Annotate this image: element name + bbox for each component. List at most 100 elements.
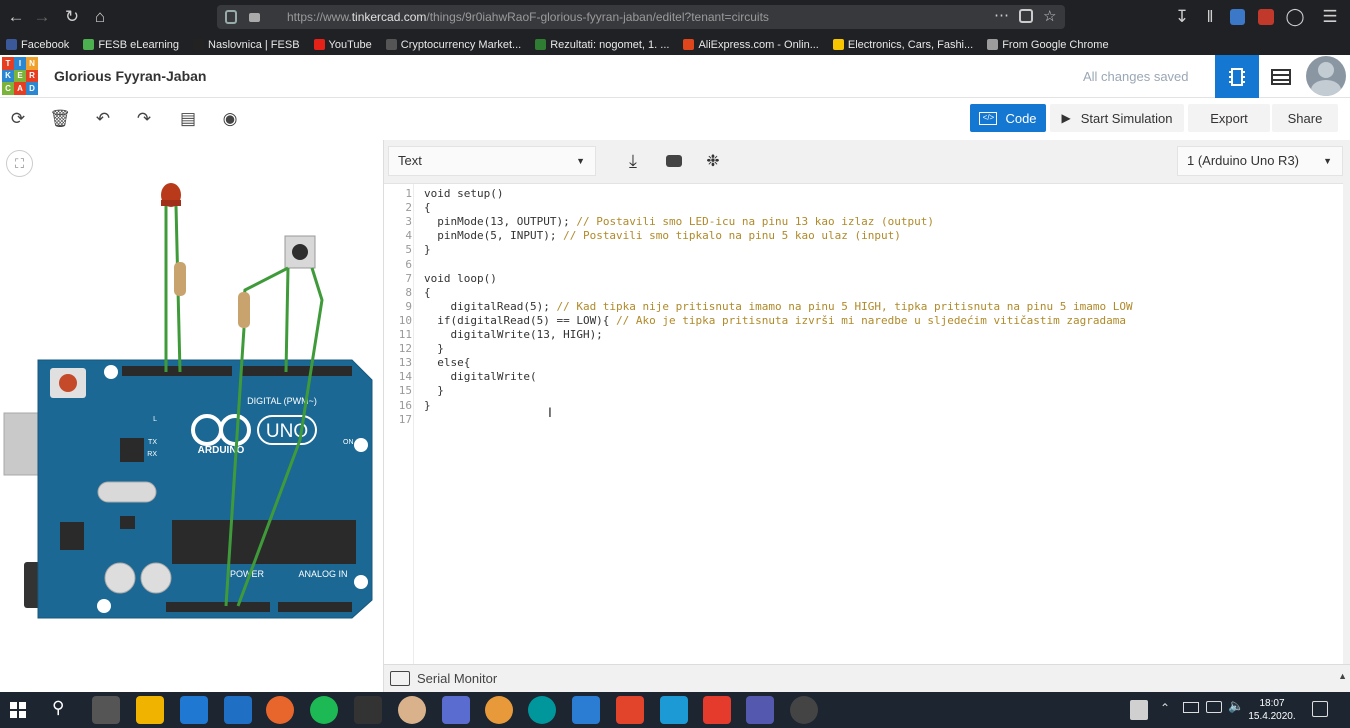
code-line[interactable]: }	[424, 243, 431, 256]
vscode-icon[interactable]	[572, 696, 600, 724]
bookmark-item[interactable]: Cryptocurrency Market...	[385, 39, 521, 51]
bookmark-item[interactable]: Naslovnica | FESB	[193, 39, 300, 51]
extension-icon[interactable]	[1230, 9, 1245, 25]
board-dropdown[interactable]: 1 (Arduino Uno R3) ▼	[1177, 146, 1343, 176]
start-simulation-button[interactable]: ▶ Start Simulation	[1050, 104, 1184, 132]
code-button[interactable]: </> Code	[970, 104, 1046, 132]
library-button[interactable]	[661, 148, 687, 174]
code-line[interactable]: digitalWrite(	[424, 370, 536, 383]
onedrive-icon[interactable]	[224, 696, 252, 724]
code-line[interactable]: if(digitalRead(5) == LOW){ // Ako je tip…	[424, 314, 1126, 327]
app-icon[interactable]	[660, 696, 688, 724]
app-icon[interactable]	[398, 696, 426, 724]
code-line[interactable]: }	[424, 342, 444, 355]
serial-monitor-bar[interactable]: Serial Monitor ▲	[384, 664, 1350, 692]
design-title[interactable]: Glorious Fyyran-Jaban	[54, 68, 206, 84]
back-icon[interactable]: ←	[4, 0, 28, 34]
download-code-button[interactable]: ⤓	[620, 148, 646, 174]
code-line[interactable]: void loop()	[424, 272, 497, 285]
redo-icon[interactable]: ↷	[131, 106, 157, 132]
bookmark-label: Rezultati: nogomet, 1. ...	[550, 38, 670, 51]
visibility-icon[interactable]: ◉	[217, 106, 243, 132]
more-icon[interactable]: ⋯	[994, 6, 1009, 24]
logo-cell: I	[14, 57, 26, 70]
code-line[interactable]: }	[424, 384, 444, 397]
code-panel: Text ▼ ⤓ ❉ 1 (Arduino Uno R3) ▼ 12345678…	[383, 140, 1350, 692]
url-text[interactable]: https://www.tinkercad.com/things/9r0iahw…	[287, 5, 769, 29]
tinkercad-logo[interactable]: T I N K E R C A D	[2, 57, 38, 95]
bookmark-item[interactable]: Rezultati: nogomet, 1. ...	[535, 39, 669, 51]
component-list-button[interactable]	[1259, 55, 1303, 98]
code-line[interactable]: digitalRead(5); // Kad tipka nije pritis…	[424, 300, 1132, 313]
bookmark-item[interactable]: Facebook	[6, 39, 69, 51]
notes-icon[interactable]: ▤	[175, 106, 201, 132]
bookmark-item[interactable]: AliExpress.com - Onlin...	[683, 39, 819, 51]
editor-toolbar: ⟳ 🗑 ↶ ↷ ▤ ◉ </> Code ▶ Start Simulation …	[0, 98, 1350, 140]
forward-icon[interactable]: →	[30, 0, 54, 34]
recycle-bin-icon[interactable]	[1130, 700, 1148, 720]
bookmarks-bar: Facebook FESB eLearning Naslovnica | FESB Y…	[0, 34, 1350, 55]
volume-icon[interactable]: 🔈	[1228, 698, 1244, 714]
app-icon[interactable]	[442, 696, 470, 724]
code-mode-dropdown[interactable]: Text ▼	[388, 146, 596, 176]
code-editor[interactable]: 1 2 3 4 5 6 7 8 9 10 11 12 13 14 15 16 17 void setup(){ …	[384, 183, 1343, 665]
bookmark-icon	[683, 39, 695, 50]
bookmark-item[interactable]: From Google Chrome	[987, 39, 1109, 51]
export-button[interactable]: Export	[1188, 104, 1270, 132]
network-icon[interactable]	[1206, 701, 1222, 713]
bookmark-star-icon[interactable]: ☆	[1043, 7, 1056, 25]
bookmark-item[interactable]: FESB eLearning	[83, 39, 179, 51]
avatar[interactable]	[1306, 56, 1346, 96]
reload-icon[interactable]: ↻	[60, 0, 84, 34]
share-button[interactable]: Share	[1272, 104, 1338, 132]
circuit-view-button[interactable]	[1215, 55, 1259, 98]
start-tile	[10, 702, 17, 709]
ublock-icon[interactable]	[1258, 9, 1274, 25]
battery-icon[interactable]	[1183, 702, 1199, 713]
arduino-ide-icon[interactable]	[528, 696, 556, 724]
code-line[interactable]: pinMode(5, INPUT); // Postavili smo tipk…	[424, 229, 901, 242]
atmega-chip	[172, 520, 356, 564]
start-icon[interactable]	[10, 702, 26, 718]
mount-hole	[354, 575, 368, 589]
circuit-canvas[interactable]: ⛶ UNO ARDUINO DIGITAL (PWM~) POWER ANALO…	[0, 140, 383, 692]
spotify-icon[interactable]	[310, 696, 338, 724]
app-icon[interactable]	[354, 696, 382, 724]
bookmark-item[interactable]: Electronics, Cars, Fashi...	[832, 39, 973, 51]
pocket-icon[interactable]	[1019, 9, 1033, 23]
chevron-up-icon[interactable]: ▲	[1338, 671, 1347, 681]
code-line[interactable]: void setup()	[424, 187, 503, 200]
undo-icon[interactable]: ↶	[90, 106, 116, 132]
notifications-icon[interactable]	[1312, 701, 1328, 717]
debugger-button[interactable]: ❉	[700, 148, 726, 174]
code-line[interactable]: {	[424, 286, 431, 299]
code-line[interactable]: digitalWrite(13, HIGH);	[424, 328, 602, 341]
menu-icon[interactable]: ☰	[1318, 0, 1342, 34]
obs-icon[interactable]	[790, 696, 818, 724]
firefox-icon[interactable]	[266, 696, 294, 724]
library-icon[interactable]: ‖	[1198, 0, 1222, 34]
calculator-icon[interactable]	[92, 696, 120, 724]
app-icon[interactable]	[703, 696, 731, 724]
delete-icon[interactable]: 🗑	[47, 106, 73, 132]
code-line[interactable]: pinMode(13, OUTPUT); // Postavili smo LE…	[424, 215, 934, 228]
app-icon[interactable]	[616, 696, 644, 724]
code-line[interactable]: else{	[424, 356, 470, 369]
clock[interactable]: 18:07 15.4.2020.	[1248, 697, 1296, 723]
account-icon[interactable]: ◯	[1283, 0, 1307, 34]
search-icon[interactable]: ⚲	[52, 698, 64, 718]
bookmark-item[interactable]: YouTube	[313, 39, 372, 51]
code-lines[interactable]: void setup(){ pinMode(13, OUTPUT); // Po…	[384, 184, 1343, 665]
address-bar[interactable]: https://www.tinkercad.com/things/9r0iahw…	[217, 5, 1065, 29]
mail-icon[interactable]	[180, 696, 208, 724]
home-icon[interactable]: ⌂	[88, 0, 112, 34]
code-line[interactable]: {	[424, 201, 431, 214]
app-icon[interactable]	[485, 696, 513, 724]
rotate-icon[interactable]: ⟳	[5, 106, 31, 132]
file-explorer-icon[interactable]	[136, 696, 164, 724]
tray-chevron-icon[interactable]: ⌃	[1160, 701, 1170, 715]
teams-icon[interactable]	[746, 696, 774, 724]
bookmark-icon	[832, 39, 844, 50]
code-line[interactable]: }	[424, 399, 431, 412]
download-icon[interactable]: ↧	[1170, 0, 1194, 34]
